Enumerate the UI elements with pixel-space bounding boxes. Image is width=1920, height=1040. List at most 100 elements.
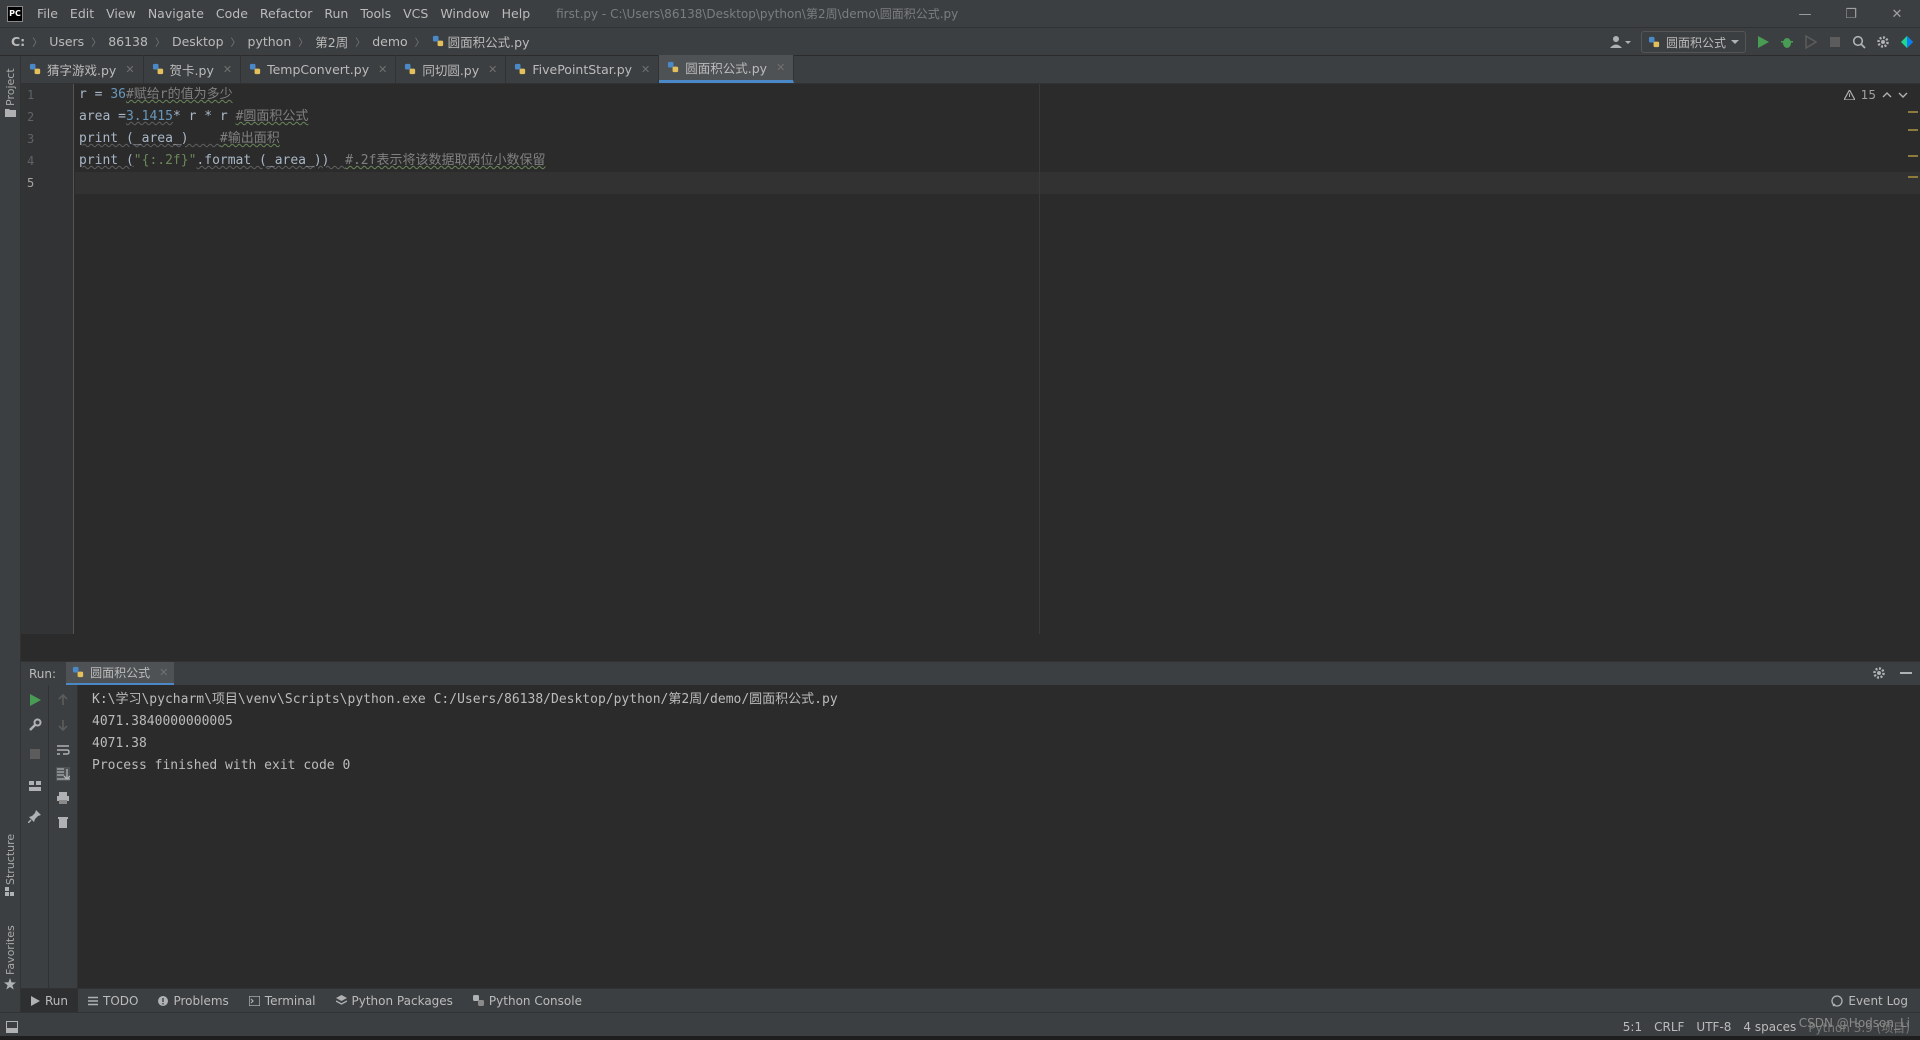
arrow-up-icon[interactable]	[56, 693, 70, 707]
minimize-button[interactable]: —	[1782, 0, 1828, 28]
close-icon[interactable]: ✕	[776, 61, 785, 74]
menu-navigate[interactable]: Navigate	[142, 0, 210, 28]
tool-window-todo[interactable]: TODO	[78, 989, 148, 1013]
breadcrumb-desktop[interactable]: Desktop	[169, 34, 227, 49]
tab-circle-area[interactable]: 圆面积公式.py ✕	[659, 55, 795, 83]
run-configuration-select[interactable]: 圆面积公式	[1640, 31, 1746, 53]
arrow-down-icon[interactable]	[56, 718, 70, 732]
stop-icon[interactable]	[1828, 35, 1842, 49]
menu-file[interactable]: File	[31, 0, 64, 28]
menu-vcs[interactable]: VCS	[397, 0, 434, 28]
error-stripe-mark[interactable]	[1908, 155, 1918, 157]
run-panel-actions	[1872, 666, 1912, 680]
menu-view[interactable]: View	[100, 0, 142, 28]
close-icon[interactable]: ✕	[159, 666, 168, 679]
event-log-button[interactable]: Event Log	[1831, 989, 1908, 1013]
restore-button[interactable]: ❐	[1828, 0, 1874, 28]
chevron-right-icon: 〉	[32, 38, 43, 49]
project-tool-button[interactable]: Project	[0, 56, 21, 118]
warning-icon	[1843, 90, 1855, 100]
toggle-tool-windows-icon[interactable]	[6, 1020, 18, 1033]
breadcrumb-86138[interactable]: 86138	[105, 34, 151, 49]
chevron-down-icon[interactable]	[1898, 91, 1908, 99]
tab-fivepointstar[interactable]: FivePointStar.py ✕	[506, 55, 660, 83]
breadcrumb-file[interactable]: 圆面积公式.py	[429, 32, 533, 51]
python-file-icon	[72, 666, 84, 677]
error-stripe-mark[interactable]	[1908, 176, 1918, 178]
pin-icon[interactable]	[28, 809, 42, 823]
menu-run[interactable]: Run	[318, 0, 354, 28]
tab-label: 同切圆.py	[422, 62, 480, 78]
breadcrumb-drive[interactable]: C:	[8, 34, 28, 49]
close-icon[interactable]: ✕	[488, 63, 497, 76]
favorites-tool-label: Favorites	[4, 925, 17, 975]
tab-greeting-card[interactable]: 贺卡.py ✕	[144, 55, 242, 83]
coverage-icon[interactable]	[1804, 35, 1818, 49]
menu-code[interactable]: Code	[210, 0, 254, 28]
error-stripe-mark[interactable]	[1908, 129, 1918, 131]
tab-tempconvert[interactable]: TempConvert.py ✕	[241, 55, 397, 83]
code-token: area =	[79, 109, 126, 124]
search-icon[interactable]	[1852, 35, 1866, 49]
tab-tangent-circles[interactable]: 同切圆.py ✕	[396, 55, 507, 83]
chevron-right-icon: 〉	[230, 38, 241, 49]
close-window-button[interactable]: ✕	[1874, 0, 1920, 28]
minimize-panel-icon[interactable]	[1900, 666, 1912, 680]
gear-icon[interactable]	[1872, 666, 1886, 680]
chevron-right-icon: 〉	[414, 38, 425, 49]
close-icon[interactable]: ✕	[223, 63, 232, 76]
wrench-icon[interactable]	[28, 718, 42, 732]
indent-setting[interactable]: 4 spaces	[1743, 1020, 1796, 1034]
breadcrumb-python[interactable]: python	[245, 34, 295, 49]
menu-window[interactable]: Window	[434, 0, 495, 28]
layout-icon[interactable]	[28, 779, 42, 793]
code-token: .format (_area_))	[196, 153, 346, 168]
console-line: 4071.3840000000005	[92, 714, 233, 729]
tab-label: 猜字游戏.py	[47, 62, 117, 78]
menu-edit[interactable]: Edit	[64, 0, 100, 28]
tool-window-run[interactable]: Run	[21, 988, 79, 1013]
structure-tool-button[interactable]: Structure	[0, 821, 21, 896]
favorites-tool-button[interactable]: Favorites	[0, 911, 21, 991]
close-icon[interactable]: ✕	[641, 63, 650, 76]
line-separator[interactable]: CRLF	[1654, 1020, 1684, 1034]
breadcrumb-users[interactable]: Users	[46, 34, 87, 49]
run-tab-circle-area[interactable]: 圆面积公式 ✕	[66, 661, 175, 686]
user-account-icon[interactable]	[1609, 34, 1631, 50]
error-stripe-mark[interactable]	[1908, 111, 1918, 113]
run-tab-label: 圆面积公式	[90, 665, 151, 680]
run-console-output[interactable]: K:\学习\pycharm\项目\venv\Scripts\python.exe…	[78, 685, 1920, 988]
scroll-to-end-icon[interactable]	[56, 767, 70, 781]
print-icon[interactable]	[56, 791, 70, 805]
rerun-icon[interactable]	[28, 693, 42, 707]
menu-help[interactable]: Help	[496, 0, 537, 28]
code-line-4: print ("{:.2f}".format (_area_)) #.2f表示将…	[79, 150, 545, 172]
chevron-up-icon[interactable]	[1882, 91, 1892, 99]
plugin-icon[interactable]	[1900, 35, 1914, 49]
stop-icon[interactable]	[28, 747, 42, 761]
close-icon[interactable]: ✕	[125, 63, 134, 76]
gear-icon[interactable]	[1876, 35, 1890, 49]
trash-icon[interactable]	[56, 815, 70, 829]
run-icon[interactable]	[1756, 35, 1770, 49]
play-icon	[31, 995, 40, 1006]
tool-window-bar: Run TODO Problems Terminal Python Packag…	[21, 988, 1920, 1013]
debug-icon[interactable]	[1780, 35, 1794, 49]
code-editor[interactable]: 1 2 3 4 5 r = 36#赋给r的值为多少 area =3.1415* …	[21, 84, 1920, 634]
caret-position[interactable]: 5:1	[1623, 1020, 1642, 1034]
breadcrumb-file-label: 圆面积公式.py	[447, 35, 530, 50]
breadcrumb-demo[interactable]: demo	[369, 34, 410, 49]
close-icon[interactable]: ✕	[378, 63, 387, 76]
tool-window-problems[interactable]: Problems	[148, 989, 238, 1013]
soft-wrap-icon[interactable]	[56, 743, 70, 757]
breadcrumb-week2[interactable]: 第2周	[312, 32, 351, 51]
console-line: K:\学习\pycharm\项目\venv\Scripts\python.exe…	[92, 692, 838, 707]
menu-refactor[interactable]: Refactor	[254, 0, 318, 28]
tool-window-python-packages[interactable]: Python Packages	[326, 989, 463, 1013]
file-encoding[interactable]: UTF-8	[1696, 1020, 1731, 1034]
tool-window-terminal[interactable]: Terminal	[239, 989, 326, 1013]
inspection-widget[interactable]: 15	[1843, 88, 1908, 102]
tab-guess-game[interactable]: 猜字游戏.py ✕	[21, 55, 144, 83]
tool-window-python-console[interactable]: Python Console	[463, 989, 592, 1013]
menu-tools[interactable]: Tools	[354, 0, 397, 28]
